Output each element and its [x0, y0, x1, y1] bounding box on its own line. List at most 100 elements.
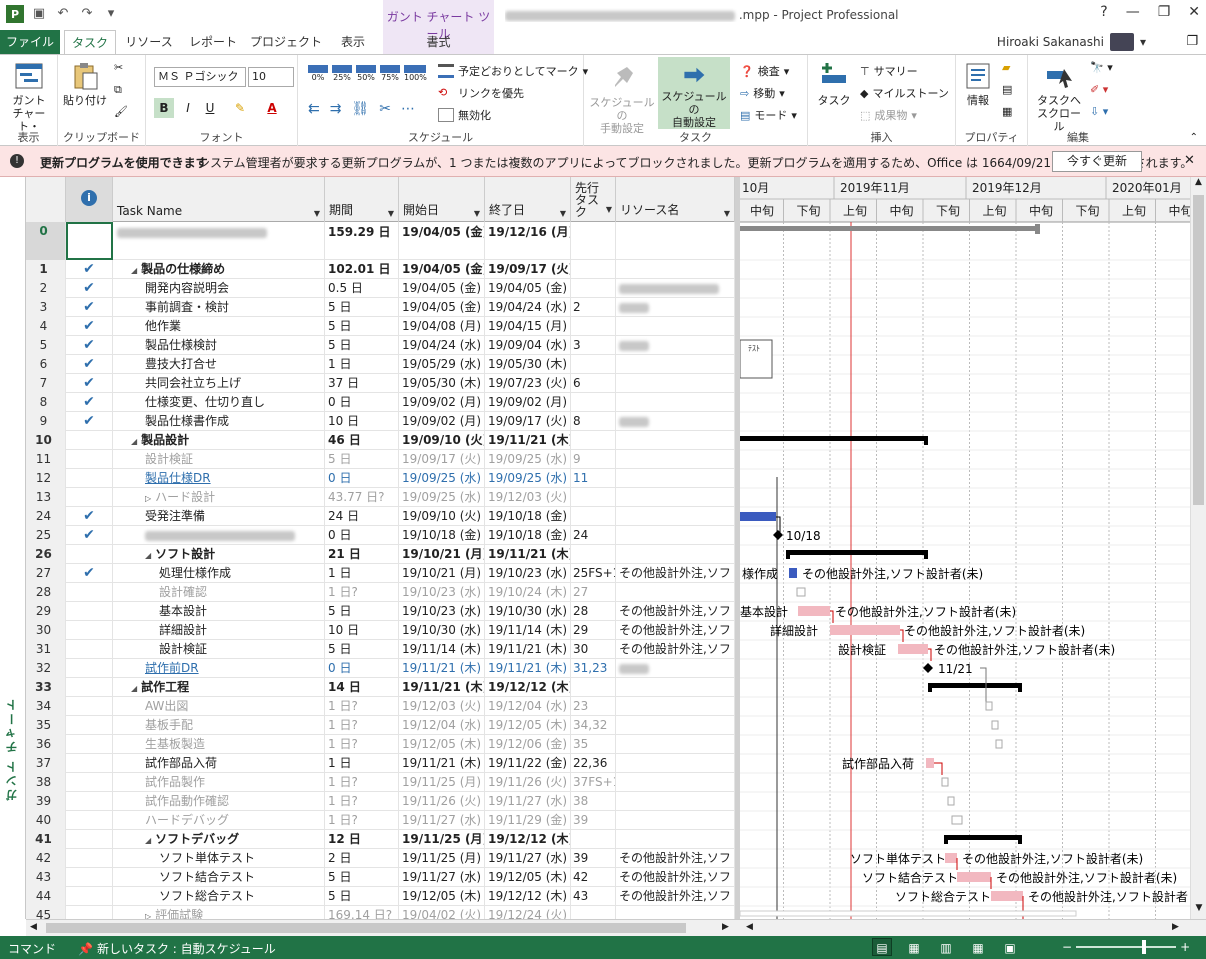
check-icon[interactable] [66, 887, 113, 906]
task-name[interactable]: 受発注準備 [113, 507, 325, 526]
task-name[interactable]: ソフト総合テスト [113, 887, 325, 906]
task-id[interactable]: 31 [26, 640, 66, 659]
task-resources[interactable] [616, 735, 735, 754]
pct-0-button[interactable]: 0% [308, 65, 328, 82]
ribbon-restore-icon[interactable]: ❐ [1186, 34, 1198, 49]
task-start[interactable]: 19/10/30 (水) [399, 621, 485, 640]
mode-button[interactable]: ▤ モード ▾ [740, 107, 797, 123]
task-start[interactable]: 19/09/25 (水) [399, 488, 485, 507]
team-planner-view-icon[interactable]: ▥ [936, 938, 956, 956]
task-name[interactable]: 試作前DR [113, 659, 325, 678]
table-row[interactable]: 33 ◢ 試作工程 14 日 19/11/21 (木) 19/12/12 (木) [26, 678, 735, 697]
task-id[interactable]: 41 [26, 830, 66, 849]
task-duration[interactable]: 1 日? [325, 773, 399, 792]
report-view-icon[interactable]: ▣ [1000, 938, 1020, 956]
task-predecessors[interactable]: 27 [571, 583, 616, 602]
check-icon[interactable]: ✔ [66, 412, 113, 431]
table-row[interactable]: 10 ◢ 製品設計 46 日 19/09/10 (火) 19/11/21 (木) [26, 431, 735, 450]
task-finish[interactable]: 19/11/26 (火) [485, 773, 571, 792]
task-resources[interactable]: その他設計外注,ソフト [616, 640, 735, 659]
task-predecessors[interactable]: 39 [571, 849, 616, 868]
check-icon[interactable]: ✔ [66, 336, 113, 355]
task-start[interactable]: 19/04/02 (火) [399, 906, 485, 919]
task-duration[interactable]: 5 日 [325, 298, 399, 317]
table-row[interactable]: 34 AW出図 1 日? 19/12/03 (火) 19/12/04 (水) 23 [26, 697, 735, 716]
table-row[interactable]: 26 ◢ ソフト設計 21 日 19/10/21 (月) 19/11/21 (木) [26, 545, 735, 564]
task-resources[interactable] [616, 697, 735, 716]
check-icon[interactable] [66, 906, 113, 919]
task-id[interactable]: 33 [26, 678, 66, 697]
table-row[interactable]: 32 試作前DR 0 日 19/11/21 (木) 19/11/21 (木) 31,23 [26, 659, 735, 678]
table-row[interactable]: 31 設計検証 5 日 19/11/14 (木) 19/11/21 (木) 30 その他設計… [26, 640, 735, 659]
project-app-icon[interactable]: P [6, 5, 24, 23]
task-finish[interactable]: 19/04/05 (金) [485, 279, 571, 298]
task-id[interactable]: 5 [26, 336, 66, 355]
header-duration[interactable]: 期間 ▼ [325, 177, 399, 222]
check-icon[interactable] [66, 697, 113, 716]
task-predecessors[interactable]: 42 [571, 868, 616, 887]
task-duration[interactable]: 0 日 [325, 393, 399, 412]
task-finish[interactable]: 19/11/22 (金) [485, 754, 571, 773]
task-duration[interactable]: 5 日 [325, 317, 399, 336]
task-resources[interactable] [616, 507, 735, 526]
task-id[interactable]: 1 [26, 260, 66, 279]
task-name[interactable]: 製品仕様書作成 [113, 412, 325, 431]
header-resource-names[interactable]: リソース名 ▼ [616, 177, 735, 222]
task-duration[interactable]: 0 日 [325, 526, 399, 545]
task-predecessors[interactable] [571, 488, 616, 507]
task-resources[interactable]: その他設計外注,ソフト [616, 868, 735, 887]
task-resources[interactable] [616, 412, 735, 431]
task-finish[interactable]: 19/10/24 (木) [485, 583, 571, 602]
task-id[interactable]: 43 [26, 868, 66, 887]
task-duration[interactable]: 43.77 日? [325, 488, 399, 507]
table-row[interactable]: 42 ソフト単体テスト 2 日 19/11/25 (月) 19/11/27 (水) 39 そ… [26, 849, 735, 868]
task-predecessors[interactable] [571, 507, 616, 526]
task-predecessors[interactable] [571, 317, 616, 336]
task-name[interactable]: ソフト単体テスト [113, 849, 325, 868]
task-predecessors[interactable] [571, 279, 616, 298]
task-predecessors[interactable] [571, 906, 616, 919]
filter-arrow-icon[interactable]: ▼ [560, 209, 566, 218]
task-duration[interactable]: 37 日 [325, 374, 399, 393]
table-row[interactable]: 25 ✔ 0 日 19/10/18 (金) 19/10/18 (金) 24 [26, 526, 735, 545]
check-icon[interactable]: ✔ [66, 526, 113, 545]
task-finish[interactable]: 19/12/03 (火) [485, 488, 571, 507]
task-resources[interactable] [616, 393, 735, 412]
check-icon[interactable] [66, 773, 113, 792]
restore-button[interactable]: ❐ [1158, 4, 1171, 20]
task-start[interactable]: 19/11/27 (水) [399, 868, 485, 887]
help-button[interactable]: ? [1100, 4, 1107, 20]
check-icon[interactable] [66, 602, 113, 621]
underline-button[interactable]: U [200, 98, 220, 118]
task-duration[interactable]: 169.14 日? [325, 906, 399, 919]
task-predecessors[interactable]: 39 [571, 811, 616, 830]
summary-button[interactable]: ⊤ サマリー [860, 63, 918, 79]
resource-sheet-view-icon[interactable]: ▦ [968, 938, 988, 956]
task-start[interactable]: 19/09/25 (水) [399, 469, 485, 488]
inactivate-button[interactable]: 無効化 [438, 107, 491, 123]
task-predecessors[interactable]: 34,32 [571, 716, 616, 735]
task-finish[interactable]: 19/12/24 (火) [485, 906, 571, 919]
scroll-down-icon[interactable]: ▼ [1191, 903, 1206, 919]
paste-button[interactable]: 貼り付け [62, 61, 108, 107]
notes-icon[interactable]: ▰ [1002, 61, 1010, 74]
task-finish[interactable]: 19/09/25 (水) [485, 450, 571, 469]
indent-icon[interactable]: ⇉ [330, 101, 342, 117]
task-id[interactable]: 45 [26, 906, 66, 919]
task-start[interactable]: 19/11/25 (月) [399, 849, 485, 868]
task-id[interactable]: 0 [26, 222, 66, 260]
task-name[interactable]: ◢ 試作工程 [113, 678, 325, 697]
task-name[interactable]: 設計検証 [113, 640, 325, 659]
add-to-timeline-icon[interactable]: ▦ [1002, 105, 1012, 118]
check-icon[interactable] [66, 792, 113, 811]
task-resources[interactable]: その他設計外注,ソフト [616, 621, 735, 640]
table-row[interactable]: 45 ▷ 評価試験 169.14 日? 19/04/02 (火) 19/12/24 (火) [26, 906, 735, 919]
task-name[interactable]: ハードデバッグ [113, 811, 325, 830]
split-task-icon[interactable]: ⋯ [401, 101, 415, 117]
task-resources[interactable] [616, 260, 735, 279]
task-finish[interactable]: 19/10/18 (金) [485, 507, 571, 526]
gantt-view-icon[interactable]: ▤ [872, 938, 892, 956]
gantt-chart-button[interactable]: ガント チャート・ [4, 61, 54, 133]
check-icon[interactable] [66, 583, 113, 602]
task-resources[interactable] [616, 222, 735, 260]
